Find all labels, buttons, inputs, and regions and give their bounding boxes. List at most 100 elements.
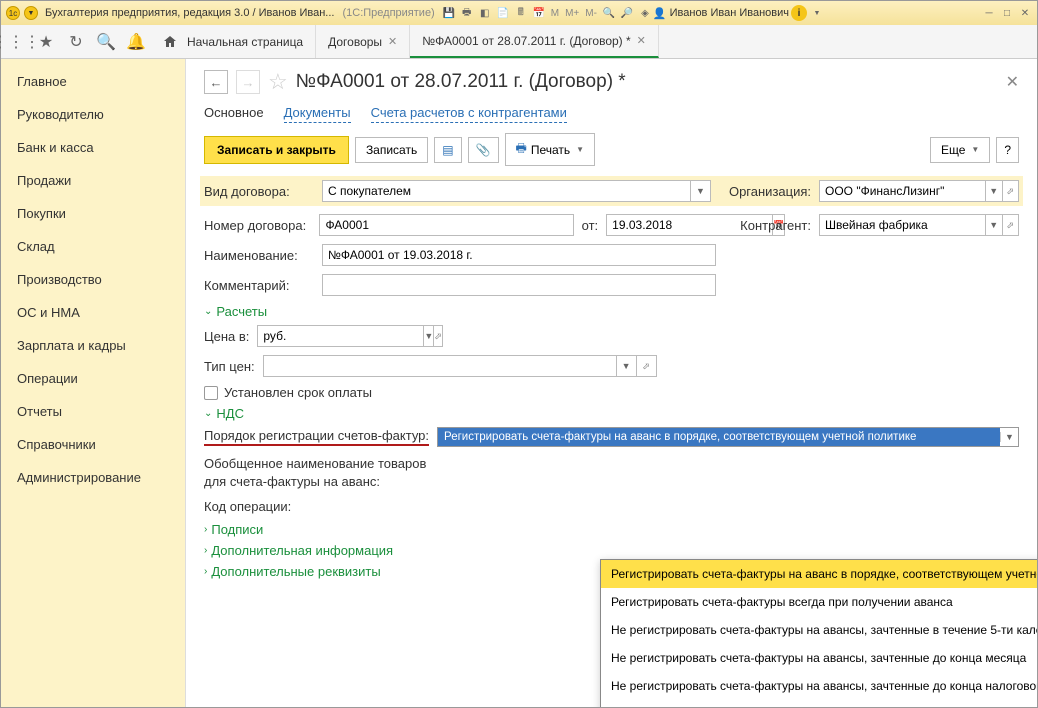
num-label: Номер договора:: [204, 218, 311, 233]
search-icon[interactable]: 🔍: [91, 25, 121, 58]
dropdown-item[interactable]: Регистрировать счета-фактуры всегда при …: [601, 588, 1037, 616]
open-button[interactable]: ⬀: [434, 325, 443, 347]
print-label: Печать: [531, 143, 570, 157]
tb-info-drop-icon[interactable]: ▼: [809, 5, 825, 21]
dropdown-button[interactable]: ▼: [986, 180, 1003, 202]
tab-contract-doc-label: №ФА0001 от 28.07.2011 г. (Договор) *: [422, 34, 630, 48]
section-signatures[interactable]: ›Подписи: [204, 522, 1019, 537]
tab-close-icon[interactable]: ✕: [388, 35, 397, 48]
dropdown-item[interactable]: Не регистрировать счета-фактуры на аванс…: [601, 616, 1037, 644]
subtab-main[interactable]: Основное: [204, 105, 264, 123]
nav-fwd-button[interactable]: →: [236, 70, 260, 94]
open-button[interactable]: ⬀: [637, 355, 657, 377]
user-label[interactable]: 👤 Иванов Иван Иванович: [653, 7, 789, 20]
tb-doc-icon[interactable]: 📄: [495, 5, 511, 21]
more-button[interactable]: Еще▼: [930, 137, 990, 163]
history-icon[interactable]: ↻: [61, 25, 91, 58]
price-in-input[interactable]: [257, 325, 424, 347]
bell-icon[interactable]: 🔔: [121, 25, 151, 58]
sidebar-item[interactable]: ОС и НМА: [1, 296, 185, 329]
chevron-right-icon: ›: [204, 524, 207, 535]
dropdown-item[interactable]: Не регистрировать счета-фактуры на аванс…: [601, 644, 1037, 672]
sidebar-item[interactable]: Покупки: [1, 197, 185, 230]
name-label: Наименование:: [204, 248, 314, 263]
chevron-down-icon: ▼: [576, 145, 584, 154]
num-input[interactable]: [319, 214, 573, 236]
dropdown-button[interactable]: ▼: [691, 180, 711, 202]
open-button[interactable]: ⬀: [1003, 214, 1020, 236]
close-icon[interactable]: ✕: [1017, 5, 1033, 21]
sidebar-item[interactable]: Отчеты: [1, 395, 185, 428]
save-button[interactable]: Записать: [355, 137, 428, 163]
contract-type-input[interactable]: [322, 180, 691, 202]
report-button[interactable]: ▤: [434, 137, 461, 163]
dropdown-button[interactable]: ▼: [986, 214, 1003, 236]
tb-print-icon[interactable]: 🖶: [459, 5, 475, 21]
chevron-right-icon: ›: [204, 545, 207, 556]
print-button[interactable]: 🖶Печать▼: [505, 133, 596, 166]
open-button[interactable]: ⬀: [1003, 180, 1020, 202]
section-label: Расчеты: [216, 304, 267, 319]
comment-input[interactable]: [322, 274, 716, 296]
help-button[interactable]: ?: [996, 137, 1019, 163]
row-op-code: Код операции:: [204, 499, 1019, 514]
org-input[interactable]: [819, 180, 986, 202]
name-input[interactable]: [322, 244, 716, 266]
tb-calc-icon[interactable]: 🖩: [513, 5, 529, 21]
price-in-label: Цена в:: [204, 329, 249, 344]
section-vat[interactable]: ⌄НДС: [204, 406, 1019, 421]
sidebar-item[interactable]: Главное: [1, 65, 185, 98]
page-close-icon[interactable]: ✕: [1006, 72, 1019, 92]
tb-mplus-icon[interactable]: M+: [563, 5, 581, 21]
subtab-accounts[interactable]: Счета расчетов с контрагентами: [371, 105, 567, 123]
dropdown-item[interactable]: Не регистрировать счета-фактуры на аванс…: [601, 700, 1037, 707]
sidebar-item[interactable]: Производство: [1, 263, 185, 296]
tb-target-icon[interactable]: ◈: [637, 5, 653, 21]
invoice-reg-select[interactable]: Регистрировать счета-фактуры на аванс в …: [437, 427, 1019, 447]
home-icon: [163, 35, 177, 49]
star-icon[interactable]: ★: [31, 25, 61, 58]
section-add-info[interactable]: ›Дополнительная информация: [204, 543, 1019, 558]
chevron-down-icon[interactable]: ▼: [1000, 432, 1018, 442]
tab-home[interactable]: Начальная страница: [151, 25, 316, 58]
tb-zoomin-icon[interactable]: 🔍: [601, 5, 617, 21]
sidebar-item[interactable]: Справочники: [1, 428, 185, 461]
minimize-icon[interactable]: ─: [981, 5, 997, 21]
nav-back-button[interactable]: ←: [204, 70, 228, 94]
sidebar-item[interactable]: Руководителю: [1, 98, 185, 131]
sidebar-item[interactable]: Администрирование: [1, 461, 185, 494]
tb-mminus-icon[interactable]: M-: [583, 5, 599, 21]
price-type-input[interactable]: [263, 355, 617, 377]
counterparty-input[interactable]: [819, 214, 986, 236]
dropdown-button[interactable]: ▼: [424, 325, 434, 347]
dropdown-icon[interactable]: ▼: [23, 5, 39, 21]
tab-contracts-label: Договоры: [328, 35, 382, 49]
apps-icon[interactable]: ⋮⋮⋮: [1, 25, 31, 58]
dropdown-button[interactable]: ▼: [617, 355, 637, 377]
subtab-docs[interactable]: Документы: [284, 105, 351, 123]
invoice-reg-value: Регистрировать счета-фактуры на аванс в …: [438, 428, 1000, 446]
checkbox[interactable]: [204, 386, 218, 400]
favorite-icon[interactable]: ☆: [268, 69, 288, 95]
sidebar-item[interactable]: Операции: [1, 362, 185, 395]
sidebar-item[interactable]: Продажи: [1, 164, 185, 197]
attach-button[interactable]: 📎: [468, 137, 499, 163]
tb-info-icon[interactable]: i: [791, 5, 807, 21]
save-close-button[interactable]: Записать и закрыть: [204, 136, 349, 164]
tb-calendar-icon[interactable]: 📅: [531, 5, 547, 21]
tb-save-icon[interactable]: 💾: [441, 5, 457, 21]
row-contract-num: Номер договора: от: 📅 Контрагент: ▼ ⬀: [204, 214, 1019, 236]
dropdown-item[interactable]: Регистрировать счета-фактуры на аванс в …: [601, 560, 1037, 588]
tab-contracts[interactable]: Договоры ✕: [316, 25, 410, 58]
sidebar-item[interactable]: Зарплата и кадры: [1, 329, 185, 362]
sidebar-item[interactable]: Склад: [1, 230, 185, 263]
tab-close-icon[interactable]: ✕: [637, 34, 646, 47]
tb-compare-icon[interactable]: ◧: [477, 5, 493, 21]
maximize-icon[interactable]: □: [999, 5, 1015, 21]
tb-m-icon[interactable]: M: [549, 5, 561, 21]
section-calc[interactable]: ⌄Расчеты: [204, 304, 1019, 319]
tab-contract-doc[interactable]: №ФА0001 от 28.07.2011 г. (Договор) * ✕: [410, 25, 659, 58]
tb-zoomout-icon[interactable]: 🔎: [619, 5, 635, 21]
dropdown-item[interactable]: Не регистрировать счета-фактуры на аванс…: [601, 672, 1037, 700]
sidebar-item[interactable]: Банк и касса: [1, 131, 185, 164]
